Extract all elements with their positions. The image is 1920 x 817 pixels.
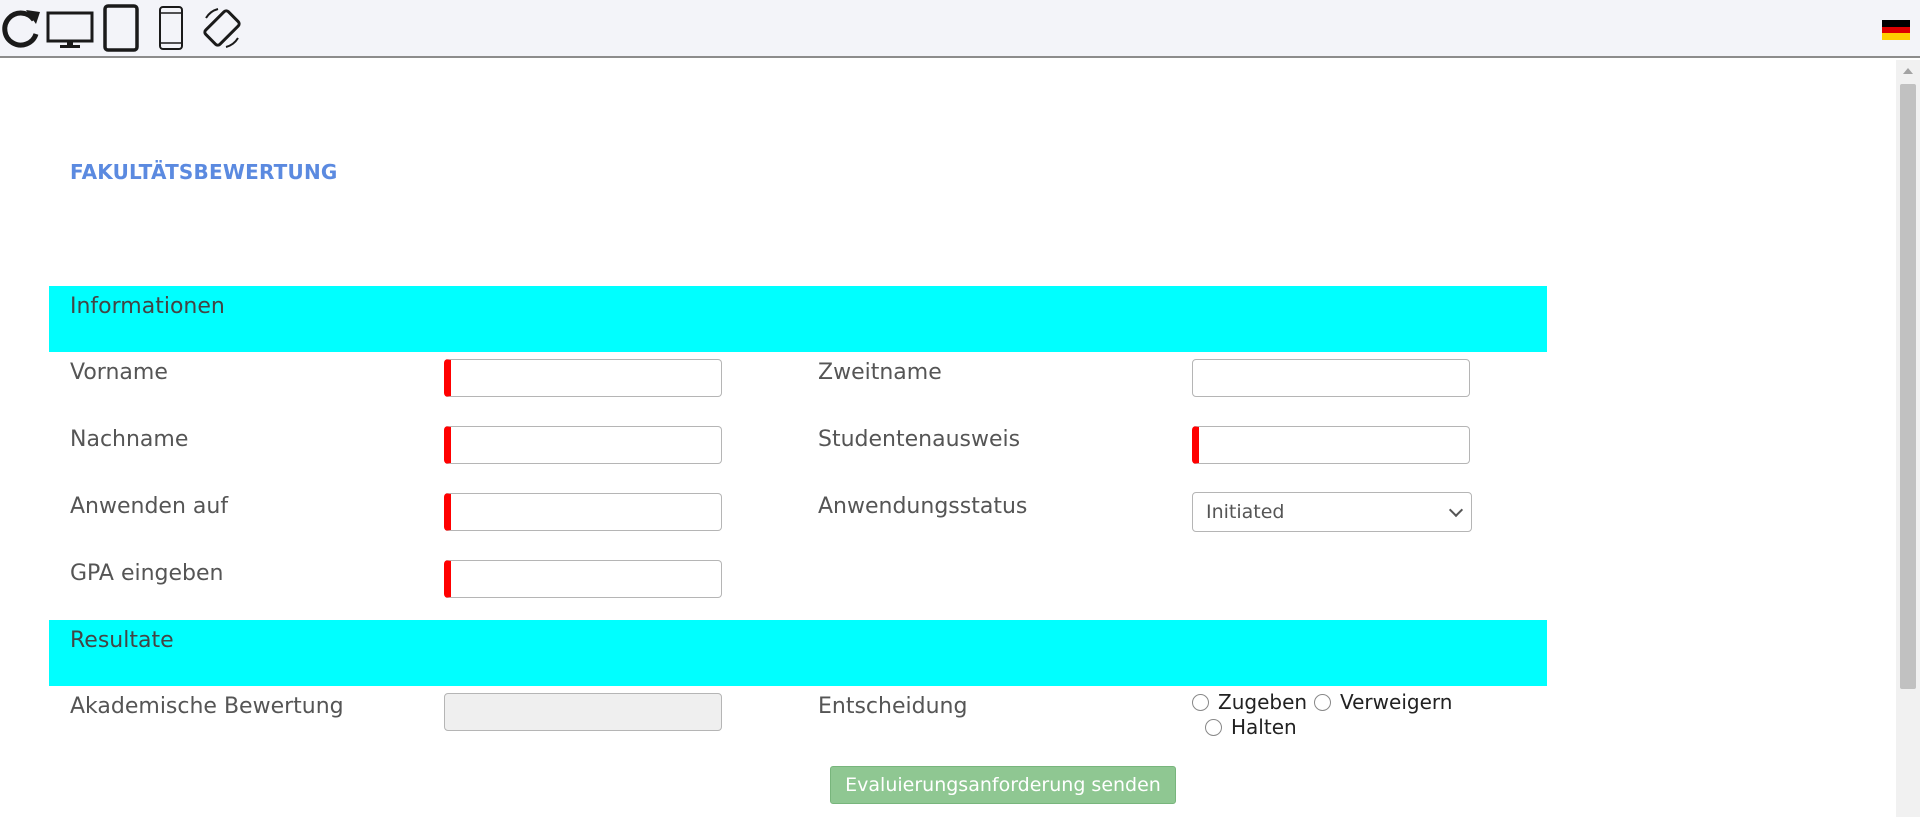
apply-to-input[interactable] [444,493,722,531]
desktop-icon[interactable] [45,4,95,52]
gpa-input[interactable] [444,560,722,598]
radio-circle-icon[interactable] [1192,694,1209,711]
decision-option-hold[interactable]: Halten [1205,715,1297,739]
first-name-input[interactable] [444,359,722,397]
section-header-informationen: Informationen [49,286,1547,352]
student-id-input[interactable] [1192,426,1470,464]
submit-evaluation-button[interactable]: Evaluierungsanforderung senden [830,766,1176,804]
vertical-scrollbar[interactable] [1896,60,1920,817]
apply-to-label: Anwenden auf [70,494,229,519]
decision-option-admit[interactable]: Zugeben [1192,690,1307,714]
page-title: FAKULTÄTSBEWERTUNG [70,160,338,184]
refresh-icon[interactable] [0,4,42,52]
student-id-label: Studentenausweis [818,427,1021,452]
decision-option-deny[interactable]: Verweigern [1314,690,1452,714]
middle-name-input[interactable] [1192,359,1470,397]
radio-label: Verweigern [1340,690,1453,714]
decision-label: Entscheidung [818,694,968,719]
scroll-up-arrow-icon[interactable] [1903,68,1913,74]
scroll-thumb[interactable] [1900,84,1916,689]
section-title: Resultate [70,628,174,653]
gpa-label: GPA eingeben [70,561,224,586]
radio-label: Halten [1231,715,1297,739]
middle-name-label: Zweitname [818,360,942,385]
last-name-input[interactable] [444,426,722,464]
application-status-select[interactable]: Initiated [1192,492,1472,532]
rotate-icon[interactable] [200,4,244,52]
section-title: Informationen [70,294,225,319]
application-status-label: Anwendungsstatus [818,494,1028,519]
application-status-selected: Initiated [1206,501,1285,523]
flag-stripe-red [1882,26,1910,34]
radio-circle-icon[interactable] [1314,694,1331,711]
section-header-resultate: Resultate [49,620,1547,686]
german-flag-icon[interactable] [1882,20,1910,40]
first-name-label: Vorname [70,360,168,385]
chevron-down-icon [1448,502,1464,518]
phone-icon[interactable] [155,4,187,52]
academic-rating-label: Akademische Bewertung [70,694,344,719]
radio-label: Zugeben [1218,690,1308,714]
radio-circle-icon[interactable] [1205,719,1222,736]
flag-stripe-black [1882,20,1910,27]
device-toolbar [0,0,1920,58]
last-name-label: Nachname [70,427,189,452]
academic-rating-input [444,693,722,731]
flag-stripe-gold [1882,33,1910,40]
tablet-icon[interactable] [101,4,141,52]
